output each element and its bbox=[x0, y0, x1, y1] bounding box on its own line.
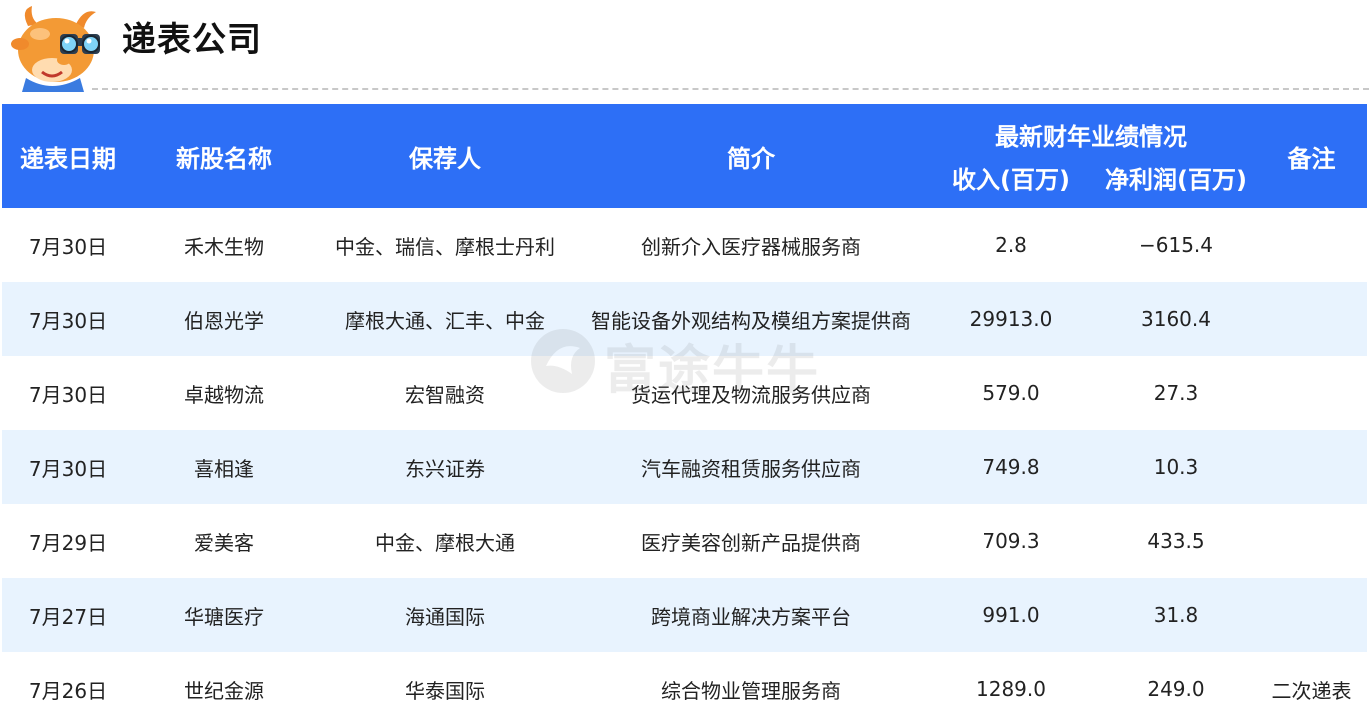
cell-intro: 综合物业管理服务商 bbox=[576, 652, 926, 726]
cell-net-profit: −615.4 bbox=[1096, 208, 1256, 282]
cell-net-profit: 10.3 bbox=[1096, 430, 1256, 504]
table-row: 7月30日 禾木生物 中金、瑞信、摩根士丹利 创新介入医疗器械服务商 2.8 −… bbox=[2, 208, 1367, 282]
column-header-revenue: 收入(百万) bbox=[926, 156, 1096, 208]
cell-date: 7月30日 bbox=[2, 208, 134, 282]
cell-revenue: 29913.0 bbox=[926, 282, 1096, 356]
column-group-performance: 最新财年业绩情况 bbox=[926, 104, 1256, 156]
cell-revenue: 991.0 bbox=[926, 578, 1096, 652]
cell-revenue: 709.3 bbox=[926, 504, 1096, 578]
cell-intro: 跨境商业解决方案平台 bbox=[576, 578, 926, 652]
cell-revenue: 749.8 bbox=[926, 430, 1096, 504]
cell-note bbox=[1256, 578, 1367, 652]
cell-note bbox=[1256, 282, 1367, 356]
table-header: 递表日期 新股名称 保荐人 简介 最新财年业绩情况 备注 收入(百万) 净利润(… bbox=[2, 104, 1367, 208]
cell-note bbox=[1256, 430, 1367, 504]
cell-revenue: 579.0 bbox=[926, 356, 1096, 430]
cell-date: 7月27日 bbox=[2, 578, 134, 652]
page-header: 递表公司 bbox=[0, 0, 1369, 95]
cell-intro: 医疗美容创新产品提供商 bbox=[576, 504, 926, 578]
cell-note bbox=[1256, 356, 1367, 430]
cell-note bbox=[1256, 208, 1367, 282]
cell-intro: 创新介入医疗器械服务商 bbox=[576, 208, 926, 282]
cell-name: 爱美客 bbox=[134, 504, 314, 578]
column-header-intro: 简介 bbox=[576, 104, 926, 208]
cell-revenue: 1289.0 bbox=[926, 652, 1096, 726]
cell-date: 7月30日 bbox=[2, 430, 134, 504]
cell-sponsor: 中金、瑞信、摩根士丹利 bbox=[314, 208, 576, 282]
table-row: 7月26日 世纪金源 华泰国际 综合物业管理服务商 1289.0 249.0 二… bbox=[2, 652, 1367, 726]
cell-sponsor: 东兴证券 bbox=[314, 430, 576, 504]
cell-name: 卓越物流 bbox=[134, 356, 314, 430]
cell-sponsor: 宏智融资 bbox=[314, 356, 576, 430]
cell-name: 华瑭医疗 bbox=[134, 578, 314, 652]
column-header-net-profit: 净利润(百万) bbox=[1096, 156, 1256, 208]
cell-net-profit: 433.5 bbox=[1096, 504, 1256, 578]
cell-date: 7月26日 bbox=[2, 652, 134, 726]
column-header-date: 递表日期 bbox=[2, 104, 134, 208]
cell-name: 喜相逢 bbox=[134, 430, 314, 504]
cell-sponsor: 摩根大通、汇丰、中金 bbox=[314, 282, 576, 356]
column-header-note: 备注 bbox=[1256, 104, 1367, 208]
cell-sponsor: 海通国际 bbox=[314, 578, 576, 652]
table-row: 7月30日 喜相逢 东兴证券 汽车融资租赁服务供应商 749.8 10.3 bbox=[2, 430, 1367, 504]
table-row: 7月30日 伯恩光学 摩根大通、汇丰、中金 智能设备外观结构及模组方案提供商 2… bbox=[2, 282, 1367, 356]
cell-intro: 汽车融资租赁服务供应商 bbox=[576, 430, 926, 504]
table-body: 7月30日 禾木生物 中金、瑞信、摩根士丹利 创新介入医疗器械服务商 2.8 −… bbox=[2, 208, 1367, 726]
cell-net-profit: 249.0 bbox=[1096, 652, 1256, 726]
cell-intro: 货运代理及物流服务供应商 bbox=[576, 356, 926, 430]
cow-with-binoculars-icon bbox=[11, 6, 100, 92]
column-header-name: 新股名称 bbox=[134, 104, 314, 208]
cell-net-profit: 3160.4 bbox=[1096, 282, 1256, 356]
table-row: 7月29日 爱美客 中金、摩根大通 医疗美容创新产品提供商 709.3 433.… bbox=[2, 504, 1367, 578]
cell-date: 7月30日 bbox=[2, 282, 134, 356]
cell-date: 7月29日 bbox=[2, 504, 134, 578]
cell-sponsor: 中金、摩根大通 bbox=[314, 504, 576, 578]
header-divider bbox=[92, 88, 1369, 90]
cell-sponsor: 华泰国际 bbox=[314, 652, 576, 726]
page-title: 递表公司 bbox=[122, 20, 262, 60]
ipo-filing-table: 递表日期 新股名称 保荐人 简介 最新财年业绩情况 备注 收入(百万) 净利润(… bbox=[2, 104, 1367, 726]
cell-name: 世纪金源 bbox=[134, 652, 314, 726]
column-header-sponsor: 保荐人 bbox=[314, 104, 576, 208]
cell-date: 7月30日 bbox=[2, 356, 134, 430]
cell-note bbox=[1256, 504, 1367, 578]
cell-revenue: 2.8 bbox=[926, 208, 1096, 282]
cell-name: 伯恩光学 bbox=[134, 282, 314, 356]
cell-net-profit: 27.3 bbox=[1096, 356, 1256, 430]
table-row: 7月27日 华瑭医疗 海通国际 跨境商业解决方案平台 991.0 31.8 bbox=[2, 578, 1367, 652]
cell-note: 二次递表 bbox=[1256, 652, 1367, 726]
table-row: 7月30日 卓越物流 宏智融资 货运代理及物流服务供应商 579.0 27.3 bbox=[2, 356, 1367, 430]
cell-net-profit: 31.8 bbox=[1096, 578, 1256, 652]
cell-intro: 智能设备外观结构及模组方案提供商 bbox=[576, 282, 926, 356]
cell-name: 禾木生物 bbox=[134, 208, 314, 282]
